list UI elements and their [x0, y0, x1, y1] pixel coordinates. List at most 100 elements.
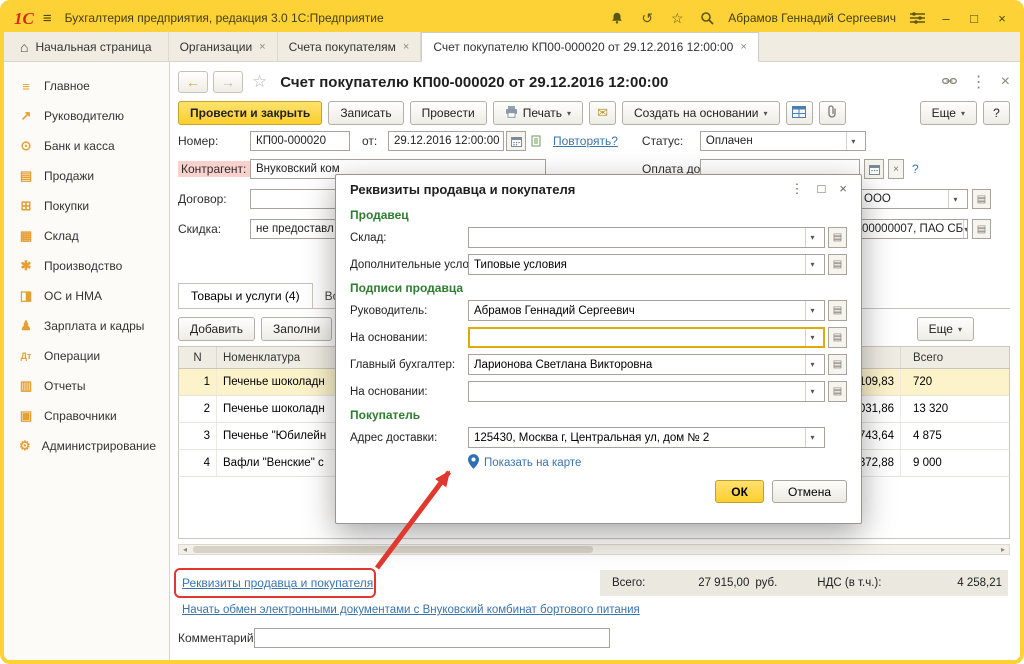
edi-exchange-button[interactable]	[786, 101, 813, 125]
scrollbar-thumb[interactable]	[193, 546, 593, 553]
form-more-icon[interactable]: ⋮	[971, 72, 987, 92]
chevron-down-icon[interactable]: ▾	[805, 355, 819, 374]
current-user[interactable]: Абрамов Геннадий Сергеевич	[728, 11, 896, 25]
post-button[interactable]: Провести	[410, 101, 487, 125]
tab-close-icon[interactable]: ×	[740, 41, 746, 53]
number-input[interactable]: КП00-000020	[250, 131, 350, 151]
open-head-icon[interactable]: ▤	[828, 300, 847, 321]
main-menu-section-icon: ≡	[17, 79, 35, 94]
delivery-address-select[interactable]: 125430, Москва г, Центральная ул, дом № …	[468, 427, 825, 448]
search-icon[interactable]	[698, 9, 716, 27]
show-on-map-link[interactable]: Показать на карте	[468, 454, 847, 472]
pay-until-help-icon[interactable]: ?	[912, 162, 919, 176]
dialog-more-icon[interactable]: ⋮	[791, 181, 804, 197]
chevron-down-icon[interactable]: ▾	[846, 132, 860, 150]
forward-arrow-icon[interactable]: →	[213, 71, 243, 93]
comment-input[interactable]	[254, 628, 610, 648]
dialog-title: Реквизиты продавца и покупателя	[350, 182, 575, 197]
chevron-down-icon[interactable]: ▾	[805, 428, 819, 447]
status-select[interactable]: Оплачен ▾	[700, 131, 866, 151]
scroll-right-icon[interactable]: ▸	[997, 545, 1009, 554]
head-select[interactable]: Абрамов Геннадий Сергеевич ▾	[468, 300, 825, 321]
calendar-icon[interactable]	[864, 159, 884, 179]
chevron-down-icon[interactable]: ▾	[963, 220, 968, 238]
clear-field-icon[interactable]: ×	[888, 159, 904, 179]
minimize-icon[interactable]: –	[938, 11, 954, 26]
sidebar-item-fixed-assets[interactable]: ◨ОС и НМА	[4, 281, 169, 311]
open-head-basis-icon[interactable]: ▤	[828, 327, 847, 348]
close-form-icon[interactable]: ×	[1001, 73, 1010, 91]
chevron-down-icon[interactable]: ▾	[805, 228, 819, 247]
open-conditions-icon[interactable]: ▤	[828, 254, 847, 275]
tab-close-icon[interactable]: ×	[403, 41, 409, 53]
dialog-close-icon[interactable]: ×	[839, 181, 847, 197]
back-arrow-icon[interactable]: ←	[178, 71, 208, 93]
maximize-icon[interactable]: □	[966, 11, 982, 26]
get-link-icon[interactable]	[942, 73, 957, 91]
tab-organizations[interactable]: Организации ×	[169, 32, 278, 61]
open-bank-account-icon[interactable]: ▤	[972, 219, 991, 239]
sidebar-item-sales[interactable]: ▤Продажи	[4, 161, 169, 191]
post-and-close-button[interactable]: Провести и закрыть	[178, 101, 322, 125]
sidebar-item-manager[interactable]: ↗Руководителю	[4, 101, 169, 131]
edi-start-link[interactable]: Начать обмен электронными документами с …	[182, 604, 640, 616]
chevron-down-icon[interactable]: ▾	[948, 190, 962, 208]
settings-sliders-icon[interactable]	[908, 9, 926, 27]
sidebar-item-administration[interactable]: ⚙Администрирование	[4, 431, 169, 461]
attachments-button[interactable]	[819, 101, 846, 125]
copy-document-icon[interactable]	[531, 135, 543, 148]
sidebar-item-warehouse[interactable]: ▦Склад	[4, 221, 169, 251]
print-button[interactable]: Печать ▾	[493, 101, 583, 125]
chevron-down-icon[interactable]: ▾	[805, 255, 819, 274]
repeat-link[interactable]: Повторять?	[553, 134, 618, 148]
write-button[interactable]: Записать	[328, 101, 403, 125]
sidebar-item-reports[interactable]: ▥Отчеты	[4, 371, 169, 401]
more-button[interactable]: Еще ▾	[920, 101, 977, 125]
sidebar-item-references[interactable]: ▣Справочники	[4, 401, 169, 431]
tab-goods-services[interactable]: Товары и услуги (4)	[178, 283, 313, 308]
cancel-button[interactable]: Отмена	[772, 480, 847, 503]
tab-invoice-kp00-000020[interactable]: Счет покупателю КП00-000020 от 29.12.201…	[421, 32, 758, 62]
add-row-button[interactable]: Добавить	[178, 317, 255, 341]
open-accountant-basis-icon[interactable]: ▤	[828, 381, 847, 402]
notifications-bell-icon[interactable]	[608, 9, 626, 27]
open-warehouse-icon[interactable]: ▤	[828, 227, 847, 248]
favorite-star-icon[interactable]: ☆	[252, 72, 267, 92]
favorites-star-icon[interactable]: ☆	[668, 9, 686, 27]
open-organization-icon[interactable]: ▤	[972, 189, 991, 209]
accountant-basis-select[interactable]: ▾	[468, 381, 825, 402]
help-button[interactable]: ?	[983, 101, 1010, 125]
conditions-select[interactable]: Типовые условия ▾	[468, 254, 825, 275]
chevron-down-icon[interactable]: ▾	[805, 329, 819, 346]
send-email-button[interactable]: ✉	[589, 101, 616, 125]
open-accountant-icon[interactable]: ▤	[828, 354, 847, 375]
table-more-button[interactable]: Еще ▾	[917, 317, 974, 341]
sidebar-item-production[interactable]: ✱Производство	[4, 251, 169, 281]
dialog-maximize-icon[interactable]: □	[818, 181, 826, 197]
tab-close-icon[interactable]: ×	[259, 41, 265, 53]
close-window-icon[interactable]: ×	[994, 11, 1010, 26]
fill-button[interactable]: Заполни	[261, 317, 332, 341]
history-icon[interactable]: ↺	[638, 9, 656, 27]
ok-button[interactable]: ОК	[715, 480, 764, 503]
create-on-base-button[interactable]: Создать на основании ▾	[622, 101, 780, 125]
sidebar-item-operations[interactable]: ДтОперации	[4, 341, 169, 371]
sidebar-item-purchases[interactable]: ⊞Покупки	[4, 191, 169, 221]
tab-customer-invoices[interactable]: Счета покупателям ×	[278, 32, 422, 61]
accountant-select[interactable]: Ларионова Светлана Викторовна ▾	[468, 354, 825, 375]
chevron-down-icon[interactable]: ▾	[805, 382, 819, 401]
main-menu-icon[interactable]: ≡	[43, 10, 52, 27]
warehouse-select[interactable]: ▾	[468, 227, 825, 248]
tab-home[interactable]: ⌂ Начальная страница	[4, 32, 169, 61]
chevron-down-icon[interactable]: ▾	[805, 301, 819, 320]
head-basis-select[interactable]: ▾	[468, 327, 825, 348]
sidebar-item-main[interactable]: ≡Главное	[4, 71, 169, 101]
sidebar-item-bank-cash[interactable]: ⊙Банк и касса	[4, 131, 169, 161]
sidebar-item-payroll-hr[interactable]: ♟Зарплата и кадры	[4, 311, 169, 341]
date-input[interactable]: 29.12.2016 12:00:00	[388, 131, 504, 151]
horizontal-scrollbar[interactable]: ◂ ▸	[178, 544, 1010, 555]
operations-dtkt-icon: Дт	[17, 351, 35, 361]
calendar-icon[interactable]	[506, 131, 526, 151]
accountant-label: Главный бухгалтер:	[350, 359, 468, 371]
scroll-left-icon[interactable]: ◂	[179, 545, 191, 554]
